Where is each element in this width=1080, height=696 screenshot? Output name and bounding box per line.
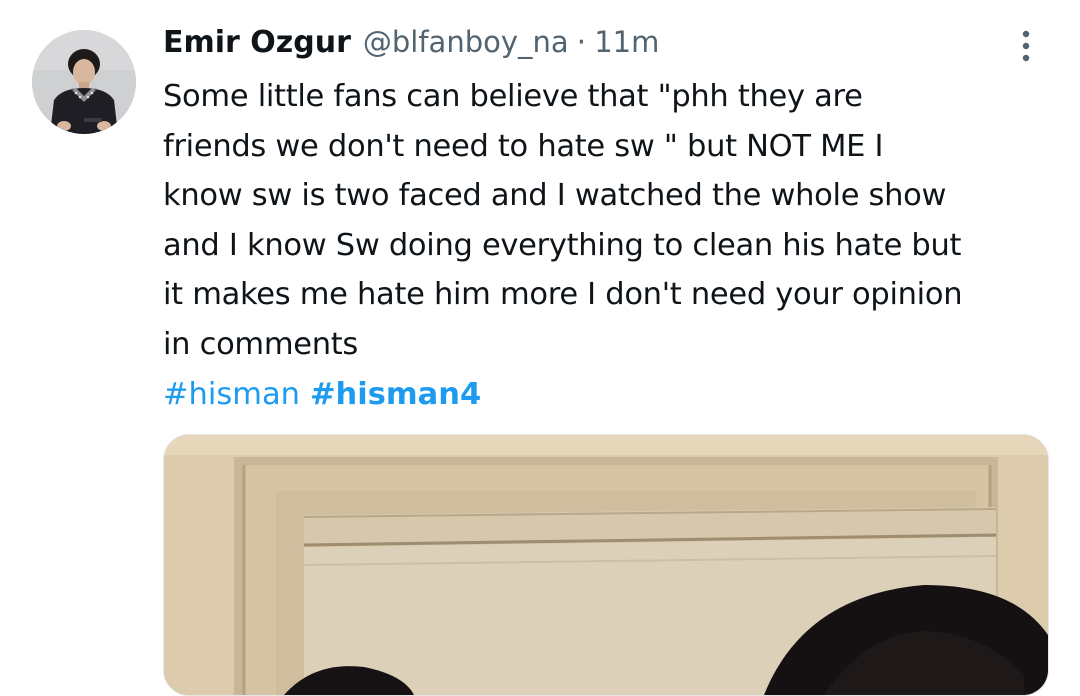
timestamp[interactable]: 11m bbox=[594, 25, 659, 59]
hashtags: #hisman #hisman4 bbox=[163, 370, 481, 419]
avatar-image bbox=[32, 30, 136, 134]
tweet-media-image[interactable] bbox=[163, 434, 1049, 696]
tweet-text-line: Some little fans can believe that "phh t… bbox=[163, 79, 863, 114]
avatar[interactable] bbox=[32, 30, 136, 134]
tweet-text-line: it makes me hate him more I don't need y… bbox=[163, 277, 963, 312]
separator-dot: · bbox=[576, 24, 587, 60]
tweet-text-line: know sw is two faced and I watched the w… bbox=[163, 178, 947, 213]
tweet-text-line: friends we don't need to hate sw " but N… bbox=[163, 128, 884, 164]
tweet-text-line: and I know Sw doing everything to clean … bbox=[163, 227, 962, 263]
tweet-header: Emir Ozgur @blfanboy_na · 11m bbox=[163, 20, 659, 64]
hashtag-link[interactable]: #hisman bbox=[163, 377, 300, 412]
more-options-button[interactable] bbox=[1010, 24, 1042, 68]
more-vertical-icon bbox=[1022, 30, 1030, 62]
hashtag-link[interactable]: #hisman4 bbox=[310, 377, 481, 412]
media-photo bbox=[164, 435, 1048, 695]
tweet-text-line: in comments bbox=[163, 326, 358, 362]
author-display-name[interactable]: Emir Ozgur bbox=[163, 25, 351, 60]
tweet-text: Some little fans can believe that "phh t… bbox=[163, 72, 1063, 369]
author-handle[interactable]: @blfanboy_na bbox=[363, 25, 569, 59]
